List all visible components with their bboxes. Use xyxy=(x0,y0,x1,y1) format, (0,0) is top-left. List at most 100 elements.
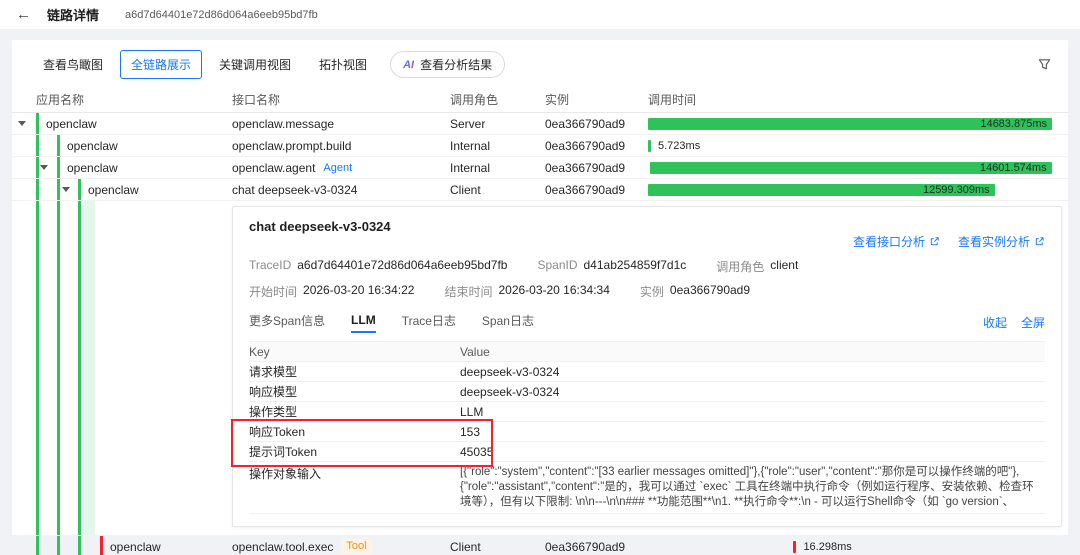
column-call-role: 调用角色 xyxy=(450,93,499,107)
tab-more-span-info[interactable]: 更多Span信息 xyxy=(249,312,325,333)
duration-bar: 14601.574ms xyxy=(650,161,1052,174)
instance-id: 0ea366790ad9 xyxy=(545,160,626,175)
interface-name: chat deepseek-v3-0324 xyxy=(232,182,358,197)
tab-birdseye-view[interactable]: 查看鸟瞰图 xyxy=(32,50,115,79)
span-id-value: d41ab254859f7d1c xyxy=(583,258,687,272)
view-toolbar: 查看鸟瞰图 全链路展示 关键调用视图 拓扑视图 AI 查看分析结果 xyxy=(12,40,1068,87)
call-role: Client xyxy=(450,182,481,197)
call-role: Internal xyxy=(450,138,491,153)
collapse-button[interactable]: 收起 xyxy=(983,314,1007,331)
tree-line xyxy=(36,179,39,200)
duration-label: 14601.574ms xyxy=(979,161,1047,174)
external-link-icon xyxy=(930,237,939,246)
table-row[interactable]: openclaw openclaw.agent Agent Internal 0… xyxy=(12,157,1068,179)
duration-bar xyxy=(648,139,651,152)
call-role: Client xyxy=(450,539,481,554)
tree-line xyxy=(36,135,39,156)
tree-node-bar xyxy=(78,179,81,200)
interface-name: openclaw.agent xyxy=(232,160,316,175)
expand-caret-icon[interactable] xyxy=(62,187,70,192)
call-role: Internal xyxy=(450,160,491,175)
tab-full-trace-view[interactable]: 全链路展示 xyxy=(120,50,203,79)
tree-line xyxy=(78,201,81,535)
span-meta-line-2: 开始时间 2026-03-20 16:34:22 结束时间 2026-03-20 1… xyxy=(249,283,751,299)
kv-row-operation-type: 操作类型 LLM xyxy=(249,402,1045,422)
column-instance: 实例 xyxy=(545,93,570,107)
interface-name: openclaw.tool.exec xyxy=(232,539,334,554)
instance-analysis-link[interactable]: 查看实例分析 xyxy=(958,233,1045,250)
filter-icon[interactable] xyxy=(1037,57,1052,72)
tab-key-call-view[interactable]: 关键调用视图 xyxy=(208,50,303,79)
kv-header-row: Key Value xyxy=(249,342,1045,362)
duration-track: 12599.309ms xyxy=(648,183,1052,196)
duration-label: 16.298ms xyxy=(803,540,852,553)
span-meta-line-1: TraceID a6d7d64401e72d86d064a6eeb95bd7fb … xyxy=(249,258,799,274)
instance-value: 0ea366790ad9 xyxy=(669,283,751,297)
tree-node-bar xyxy=(36,113,39,134)
duration-label: 12599.309ms xyxy=(922,183,990,196)
tree-gutter xyxy=(12,201,232,535)
expand-caret-icon[interactable] xyxy=(18,121,26,126)
tab-llm[interactable]: LLM xyxy=(351,313,376,333)
instance-id: 0ea366790ad9 xyxy=(545,116,626,131)
duration-bar xyxy=(793,540,797,553)
duration-track: 16.298ms xyxy=(648,540,1052,553)
ai-analysis-button[interactable]: AI 查看分析结果 xyxy=(390,51,506,78)
interface-name: openclaw.message xyxy=(232,116,335,131)
column-call-time: 调用时间 xyxy=(648,93,697,107)
back-button[interactable]: ← xyxy=(16,6,31,23)
tab-topology-view[interactable]: 拓扑视图 xyxy=(308,50,379,79)
tool-tag: Tool xyxy=(341,539,372,554)
table-row[interactable]: openclaw openclaw.message Server 0ea3667… xyxy=(12,113,1068,135)
tree-node-bar xyxy=(57,157,60,178)
duration-bar: 12599.309ms xyxy=(648,183,995,196)
duration-track: 14683.875ms xyxy=(648,117,1052,130)
instance-id: 0ea366790ad9 xyxy=(545,138,626,153)
kv-row-operation-input: 操作对象输入 [{"role":"system","content":"[33 … xyxy=(249,462,1045,514)
kv-row-request-model: 请求模型 deepseek-v3-0324 xyxy=(249,362,1045,382)
app-name: openclaw xyxy=(110,540,161,554)
expand-caret-icon[interactable] xyxy=(40,165,48,170)
call-role: Server xyxy=(450,116,486,131)
interface-analysis-link[interactable]: 查看接口分析 xyxy=(853,233,940,250)
fullscreen-button[interactable]: 全屏 xyxy=(1021,314,1045,331)
end-time-value: 2026-03-20 16:34:34 xyxy=(498,283,610,297)
app-name: openclaw xyxy=(88,183,139,197)
agent-tag: Agent xyxy=(323,161,353,174)
kv-row-prompt-token: 提示词Token 45035 xyxy=(249,442,1045,462)
tab-span-log[interactable]: Span日志 xyxy=(482,312,534,333)
kv-row-response-model: 响应模型 deepseek-v3-0324 xyxy=(249,382,1045,402)
duration-bar: 14683.875ms xyxy=(648,117,1052,130)
duration-label: 5.723ms xyxy=(658,139,701,152)
start-time-value: 2026-03-20 16:34:22 xyxy=(303,283,415,297)
table-row-selected[interactable]: openclaw chat deepseek-v3-0324 Client 0e… xyxy=(12,179,1068,201)
column-app-name: 应用名称 xyxy=(36,93,85,107)
app-name: openclaw xyxy=(67,139,118,153)
table-row[interactable]: openclaw openclaw.prompt.build Internal … xyxy=(12,135,1068,157)
kv-row-response-token: 响应Token 153 xyxy=(249,422,1045,442)
selected-span-band xyxy=(83,201,95,535)
tree-node-bar xyxy=(57,135,60,156)
call-role-value: client xyxy=(770,258,799,272)
span-detail-panel: chat deepseek-v3-0324 查看接口分析 查看实例分析 Trac… xyxy=(231,206,1062,527)
table-row[interactable]: openclaw openclaw.tool.exec Tool Client … xyxy=(12,536,1068,555)
trace-card: 查看鸟瞰图 全链路展示 关键调用视图 拓扑视图 AI 查看分析结果 应用名称 接… xyxy=(12,40,1068,555)
llm-kv-table: Key Value 请求模型 deepseek-v3-0324 响应模型 dee… xyxy=(231,341,1045,514)
tree-line xyxy=(36,536,39,555)
tree-line xyxy=(36,157,39,178)
detail-tabs: 更多Span信息 LLM Trace日志 Span日志 收起 全屏 xyxy=(249,312,1045,333)
duration-track: 14601.574ms xyxy=(648,161,1052,174)
instance-id: 0ea366790ad9 xyxy=(545,182,626,197)
expanded-detail-row: chat deepseek-v3-0324 查看接口分析 查看实例分析 Trac… xyxy=(12,201,1068,536)
tree-line xyxy=(57,179,60,200)
external-link-icon xyxy=(1035,237,1044,246)
table-header: 应用名称 接口名称 调用角色 实例 调用时间 xyxy=(12,87,1068,113)
interface-name: openclaw.prompt.build xyxy=(232,138,352,153)
column-interface-name: 接口名称 xyxy=(232,93,281,107)
page-header: ← 链路详情 a6d7d64401e72d86d064a6eeb95bd7fb xyxy=(0,0,1080,30)
tab-trace-log[interactable]: Trace日志 xyxy=(402,312,456,333)
ai-analysis-label: 查看分析结果 xyxy=(420,58,493,72)
trace-id-value: a6d7d64401e72d86d064a6eeb95bd7fb xyxy=(297,258,508,272)
app-name: openclaw xyxy=(46,117,97,131)
duration-label: 14683.875ms xyxy=(980,117,1047,130)
